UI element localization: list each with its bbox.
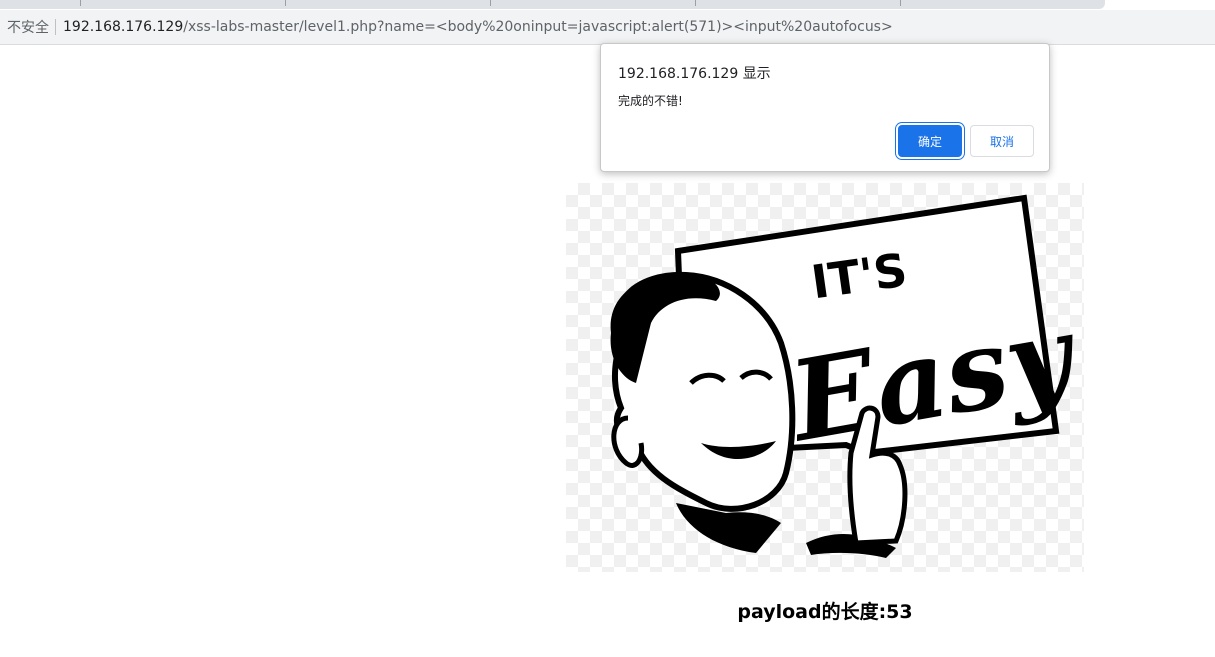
tab-separator: [490, 0, 491, 6]
cancel-button[interactable]: 取消: [970, 125, 1034, 157]
tab-strip: [0, 0, 1215, 10]
tab-bar[interactable]: [0, 0, 1105, 9]
url-path[interactable]: /xss-labs-master/level1.php?name=<body%2…: [183, 19, 892, 35]
its-easy-image: IT'S Easy: [566, 183, 1084, 572]
security-indicator[interactable]: 不安全: [0, 17, 49, 37]
tab-separator: [80, 0, 81, 6]
tab-separator: [695, 0, 696, 6]
alert-dialog: 192.168.176.129 显示 完成的不错! 确定 取消: [600, 43, 1050, 172]
tab-separator: [900, 0, 901, 6]
its-easy-illustration: IT'S Easy: [610, 194, 1084, 558]
tab-separator: [285, 0, 286, 6]
dialog-message: 完成的不错!: [618, 94, 683, 108]
payload-length: payload的长度:53: [737, 601, 913, 623]
url-host[interactable]: 192.168.176.129: [63, 19, 183, 35]
dialog-title: 192.168.176.129 显示: [618, 66, 771, 82]
address-divider: [55, 19, 56, 35]
address-bar[interactable]: 不安全 192.168.176.129/xss-labs-master/leve…: [0, 10, 1215, 45]
ok-button[interactable]: 确定: [898, 125, 962, 157]
